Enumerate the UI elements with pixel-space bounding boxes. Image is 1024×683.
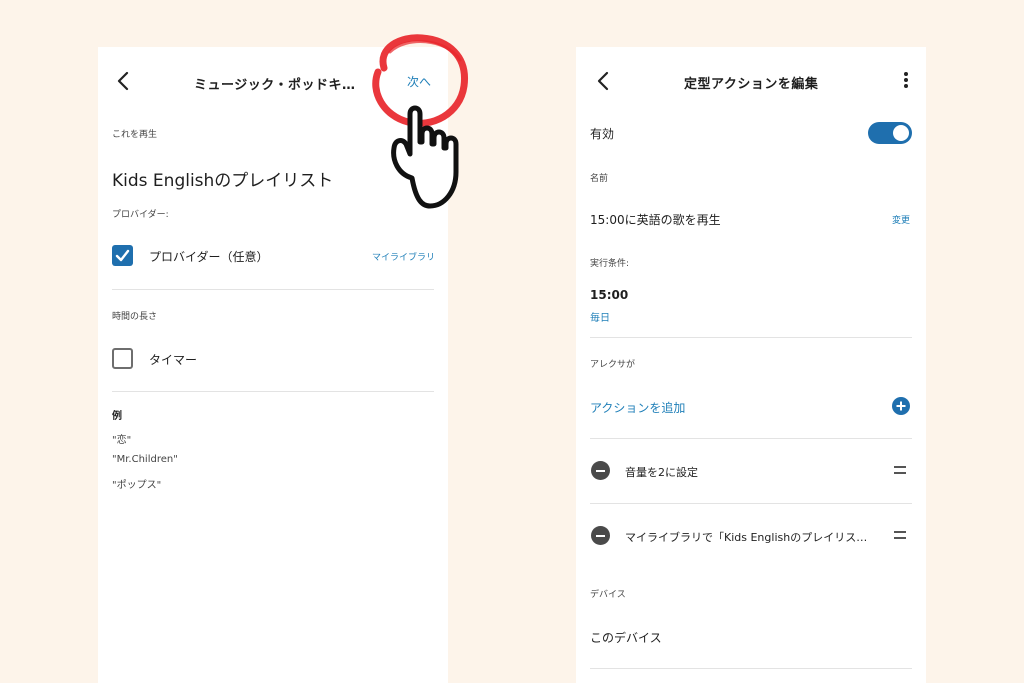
change-name-link[interactable]: 変更	[892, 213, 910, 226]
play-section-label: これを再生	[112, 130, 158, 140]
divider	[590, 503, 912, 504]
alexa-section-label: アレクサが	[590, 360, 636, 370]
action-item-label[interactable]: 音量を2に設定	[625, 464, 698, 480]
divider	[590, 438, 912, 439]
toggle-knob	[893, 125, 909, 141]
drag-handle-icon[interactable]	[894, 531, 906, 539]
device-section-label: デバイス	[590, 590, 626, 600]
page-title: 定型アクションを編集	[684, 77, 819, 92]
remove-action-icon[interactable]	[591, 526, 610, 545]
divider	[590, 337, 912, 338]
remove-action-icon[interactable]	[591, 461, 610, 480]
drag-handle-icon[interactable]	[894, 466, 906, 474]
enabled-label: 有効	[590, 127, 615, 141]
divider	[112, 391, 434, 392]
device-value[interactable]: このデバイス	[590, 629, 662, 646]
add-action-button[interactable]: アクションを追加	[590, 399, 685, 416]
provider-section-label: プロバイダー:	[112, 210, 169, 220]
next-button[interactable]: 次へ	[407, 73, 431, 90]
page-title: ミュージック・ポッドキ…	[194, 78, 356, 93]
trigger-time[interactable]: 15:00	[590, 288, 628, 302]
timer-checkbox-label: タイマー	[149, 353, 198, 367]
back-arrow-icon[interactable]	[116, 71, 130, 91]
provider-checkbox-label: プロバイダー（任意）	[149, 250, 269, 264]
example-item: "恋"	[112, 435, 132, 446]
divider	[112, 289, 434, 290]
my-library-link[interactable]: マイライブラリ	[372, 250, 435, 263]
checkmark-icon	[115, 249, 130, 262]
timer-checkbox[interactable]	[112, 348, 133, 369]
routine-name: 15:00に英語の歌を再生	[590, 213, 721, 227]
trigger-section-label: 実行条件:	[590, 259, 630, 269]
enabled-toggle[interactable]	[868, 122, 912, 144]
duration-section-label: 時間の長さ	[112, 312, 158, 322]
left-screen: ミュージック・ポッドキ… 次へ これを再生 Kids Englishのプレイリス…	[98, 47, 448, 683]
plus-icon[interactable]	[892, 397, 910, 415]
example-item: "Mr.Children"	[112, 454, 178, 465]
trigger-repeat[interactable]: 毎日	[590, 309, 610, 324]
play-item[interactable]: Kids Englishのプレイリスト	[112, 166, 333, 191]
name-section-label: 名前	[590, 174, 609, 184]
examples-label: 例	[112, 411, 122, 422]
more-menu-icon[interactable]	[904, 72, 908, 90]
example-item: "ポップス"	[112, 480, 162, 491]
divider	[590, 668, 912, 669]
back-arrow-icon[interactable]	[596, 71, 610, 91]
right-screen: 定型アクションを編集 有効 名前 15:00に英語の歌を再生 変更 実行条件: …	[576, 47, 926, 683]
provider-checkbox[interactable]	[112, 245, 133, 266]
action-item-label[interactable]: マイライブラリで「Kids Englishのプレイリス…	[625, 529, 867, 545]
